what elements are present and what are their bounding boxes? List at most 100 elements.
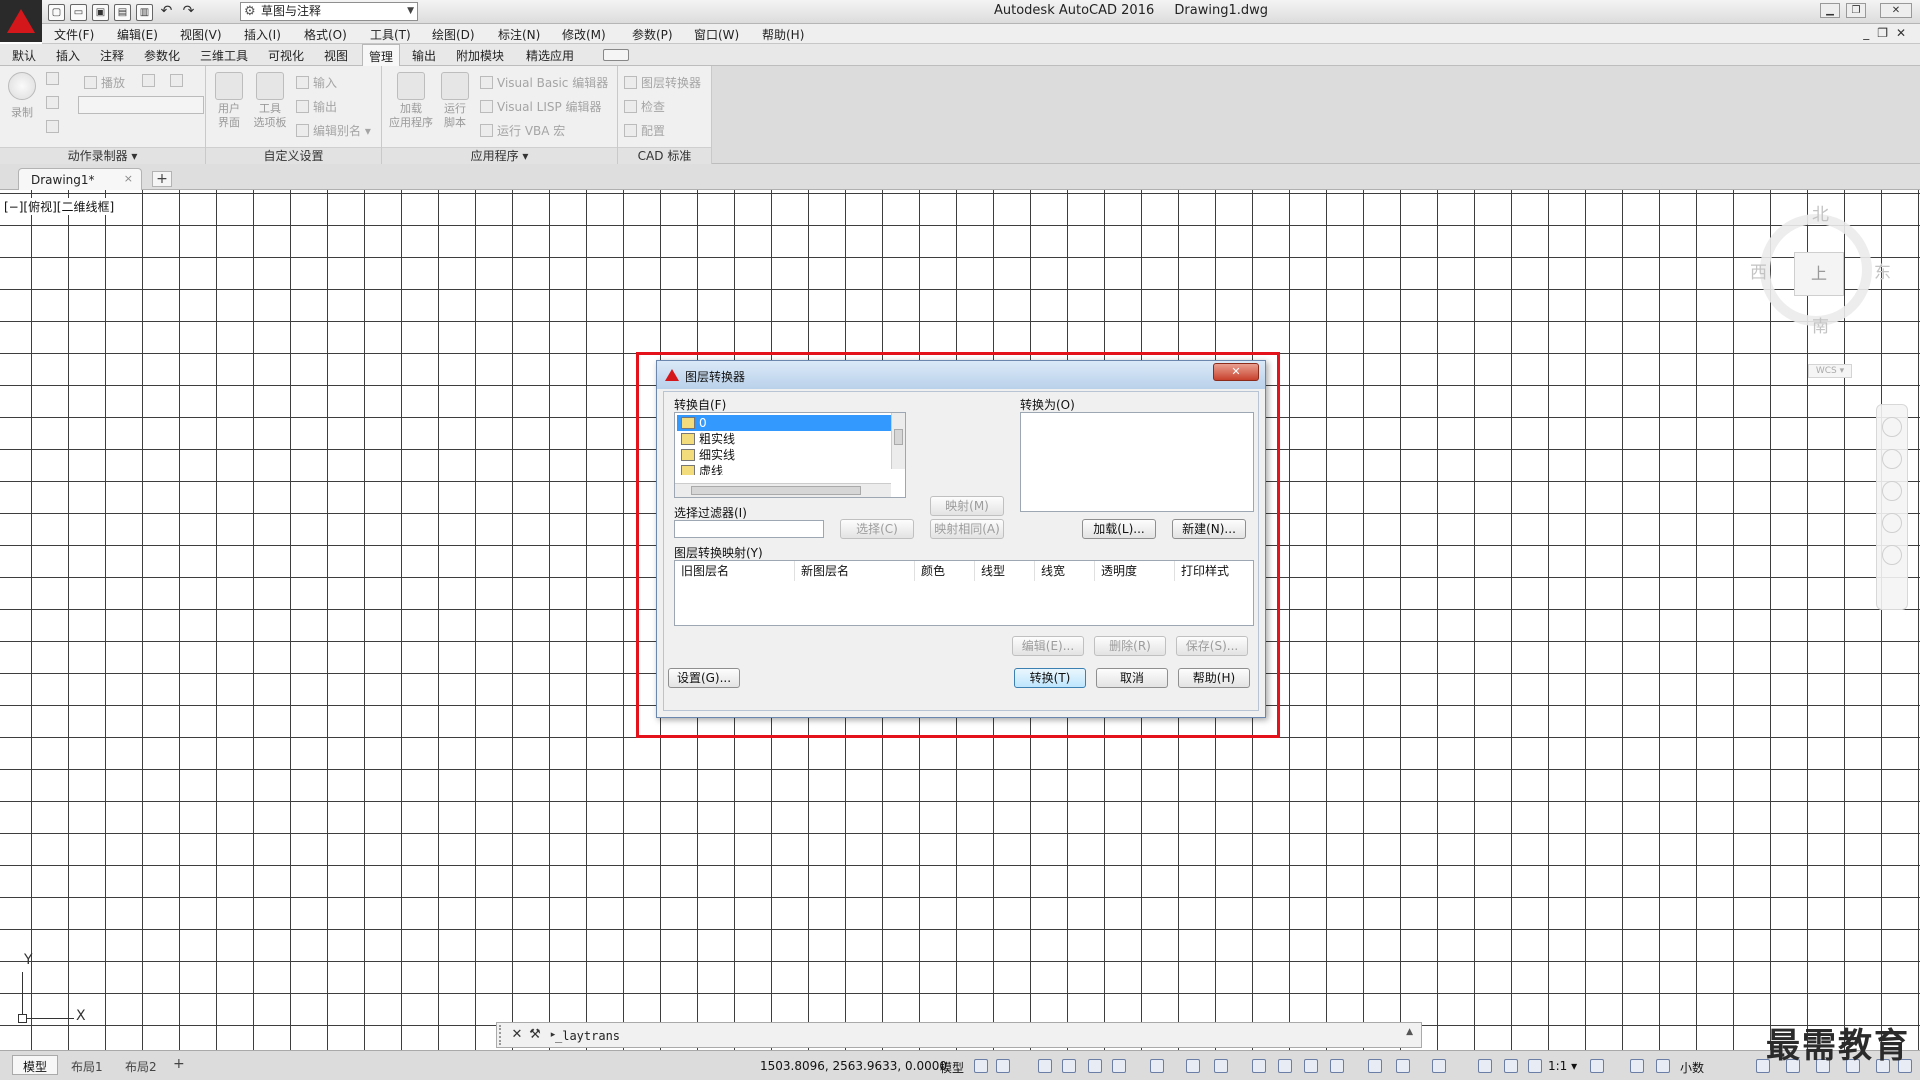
tab-visualize[interactable]: 可视化 xyxy=(268,47,304,64)
save-button[interactable]: 保存(S)... xyxy=(1176,636,1248,656)
map-button[interactable]: 映射(M) xyxy=(930,496,1004,516)
new-icon[interactable]: ▢ xyxy=(48,3,65,21)
model-space-toggle[interactable]: 模型 xyxy=(940,1059,964,1076)
compass-west[interactable]: 西 xyxy=(1750,258,1767,283)
column-header[interactable]: 透明度 xyxy=(1095,561,1175,581)
units-icon[interactable] xyxy=(1656,1059,1670,1073)
document-window-controls[interactable]: _❐✕ xyxy=(1863,26,1914,40)
new-layer-button[interactable]: 新建(N)... xyxy=(1172,519,1246,539)
tab-default[interactable]: 默认 xyxy=(12,47,36,64)
menu-format[interactable]: 格式(O) xyxy=(304,26,347,43)
list-item[interactable]: 0 xyxy=(677,415,891,431)
zoom-icon[interactable] xyxy=(1882,481,1902,501)
column-header[interactable]: 打印样式 xyxy=(1175,561,1253,581)
select-button[interactable]: 选择(C) xyxy=(840,519,914,539)
configure-button[interactable]: 配置 xyxy=(624,122,665,139)
load-application-button[interactable]: 加载 应用程序 xyxy=(388,72,434,130)
edit-aliases-button[interactable]: 编辑别名 ▾ xyxy=(296,122,371,139)
tab-featured-apps[interactable]: 精选应用 xyxy=(526,47,574,64)
settings-button[interactable]: 设置(G)... xyxy=(668,668,740,688)
list-item[interactable]: 粗实线 xyxy=(677,431,887,447)
ortho-icon[interactable] xyxy=(1088,1059,1102,1073)
annotation-visibility-icon[interactable] xyxy=(1478,1059,1492,1073)
horizontal-scrollbar[interactable] xyxy=(675,483,891,497)
compass-north[interactable]: 北 xyxy=(1812,200,1829,225)
tab-output[interactable]: 输出 xyxy=(412,47,436,64)
close-icon[interactable]: ✕ xyxy=(509,1027,525,1043)
annotation-monitor-icon[interactable] xyxy=(1630,1059,1644,1073)
translate-from-list[interactable]: 0 粗实线 细实线 虚线 xyxy=(674,412,906,498)
column-header[interactable]: 新图层名 xyxy=(795,561,915,581)
add-layout-button[interactable]: + xyxy=(168,1055,190,1075)
menu-insert[interactable]: 插入(I) xyxy=(244,26,281,43)
wcs-menu-button[interactable]: WCS ▾ xyxy=(1808,364,1852,378)
infer-constraints-icon[interactable] xyxy=(1038,1059,1052,1073)
layout-tab-model[interactable]: 模型 xyxy=(12,1055,59,1075)
dialog-titlebar[interactable]: 图层转换器 ✕ xyxy=(657,361,1265,389)
menu-parametric[interactable]: 参数(P) xyxy=(632,26,673,43)
viewcube[interactable]: 上 北 南 东 西 xyxy=(1750,200,1891,340)
annotation-scale-select[interactable]: 1:1 ▾ xyxy=(1548,1059,1577,1073)
object-snap-tracking-icon[interactable] xyxy=(1186,1059,1200,1073)
remove-button[interactable]: 删除(R) xyxy=(1094,636,1166,656)
menu-view[interactable]: 视图(V) xyxy=(180,26,222,43)
close-icon[interactable]: × xyxy=(124,172,133,185)
annotation-scale-icon[interactable] xyxy=(1528,1059,1542,1073)
viewport-controls-label[interactable]: [−][俯视][二维线框] xyxy=(2,198,117,215)
edit-button[interactable]: 编辑(E)... xyxy=(1012,636,1084,656)
vertical-scrollbar[interactable] xyxy=(891,413,905,469)
cursor-coordinates[interactable]: 1503.8096, 2563.9633, 0.0000 xyxy=(760,1059,947,1073)
vb-editor-button[interactable]: Visual Basic 编辑器 xyxy=(480,74,608,91)
record-icon[interactable] xyxy=(8,72,36,100)
play-button[interactable]: 播放 xyxy=(84,74,125,91)
menu-file[interactable]: 文件(F) xyxy=(54,26,94,43)
tab-insert[interactable]: 插入 xyxy=(56,47,80,64)
menu-draw[interactable]: 绘图(D) xyxy=(432,26,475,43)
open-icon[interactable]: ▭ xyxy=(70,3,87,21)
cui-button[interactable]: 用户 界面 xyxy=(212,72,246,130)
tab-parametric[interactable]: 参数化 xyxy=(144,47,180,64)
showmotion-icon[interactable] xyxy=(1882,545,1902,565)
column-header[interactable]: 线型 xyxy=(975,561,1035,581)
check-button[interactable]: 检查 xyxy=(624,98,665,115)
run-vba-button[interactable]: 运行 VBA 宏 xyxy=(480,122,565,139)
tab-addins[interactable]: 附加模块 xyxy=(456,47,504,64)
menu-tools[interactable]: 工具(T) xyxy=(370,26,411,43)
compass-east[interactable]: 东 xyxy=(1874,258,1891,283)
plot-icon[interactable]: ▥ xyxy=(136,3,153,21)
panel-title-action-recorder[interactable]: 动作录制器 ▾ xyxy=(0,147,205,164)
restore-button[interactable]: ❐ xyxy=(1846,3,1866,18)
workspace-select[interactable]: ⚙ 草图与注释 ▼ xyxy=(240,2,418,21)
minimize-button[interactable]: ▁ xyxy=(1820,3,1840,18)
panel-title-applications[interactable]: 应用程序 ▾ xyxy=(382,147,617,164)
layer-translator-button[interactable]: 图层转换器 xyxy=(624,74,701,91)
help-button[interactable]: 帮助(H) xyxy=(1178,668,1250,688)
layout-tab-layout1[interactable]: 布局1 xyxy=(60,1055,114,1075)
steering-wheel-icon[interactable] xyxy=(1882,417,1902,437)
pan-icon[interactable] xyxy=(1882,449,1902,469)
load-button[interactable]: 加载(L)... xyxy=(1082,519,1156,539)
dialog-close-button[interactable]: ✕ xyxy=(1213,363,1259,381)
export-button[interactable]: 输出 xyxy=(296,98,337,115)
viewcube-top-face[interactable]: 上 xyxy=(1794,252,1844,296)
menu-dimension[interactable]: 标注(N) xyxy=(498,26,540,43)
tab-3d-tools[interactable]: 三维工具 xyxy=(200,47,248,64)
orbit-icon[interactable] xyxy=(1882,513,1902,533)
3d-object-snap-icon[interactable] xyxy=(1330,1059,1344,1073)
redo-icon[interactable]: ↷ xyxy=(180,3,197,21)
snap-icon[interactable] xyxy=(996,1059,1010,1073)
compass-south[interactable]: 南 xyxy=(1812,312,1829,337)
customize-icon[interactable]: ⚒ xyxy=(527,1027,543,1043)
units-select[interactable]: 小数 xyxy=(1680,1059,1704,1076)
gizmo-icon[interactable] xyxy=(1432,1059,1446,1073)
command-input[interactable]: _laytrans xyxy=(555,1029,620,1043)
transparency-icon[interactable] xyxy=(1278,1059,1292,1073)
scrollbar-thumb[interactable] xyxy=(894,429,903,445)
cancel-button[interactable]: 取消 xyxy=(1096,668,1168,688)
tab-view[interactable]: 视图 xyxy=(324,47,348,64)
dynamic-input-icon[interactable] xyxy=(1062,1059,1076,1073)
tab-annotate[interactable]: 注释 xyxy=(100,47,124,64)
lineweight-icon[interactable] xyxy=(1252,1059,1266,1073)
close-button[interactable]: ✕ xyxy=(1880,3,1912,18)
object-snap-icon[interactable] xyxy=(1214,1059,1228,1073)
